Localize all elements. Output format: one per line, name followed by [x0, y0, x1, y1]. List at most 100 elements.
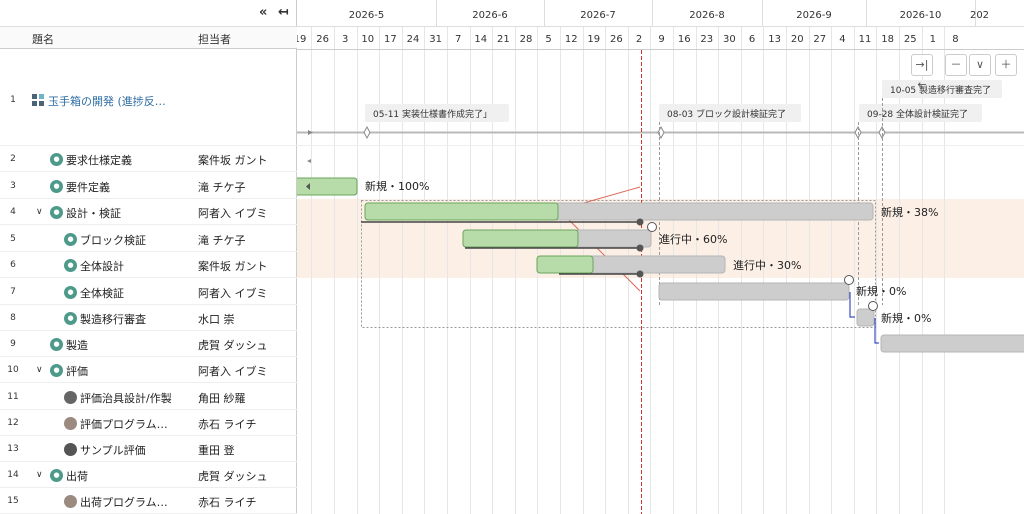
- task-bar: [856, 308, 875, 327]
- collapse-icon[interactable]: «: [259, 5, 267, 20]
- table-row[interactable]: 9 ● 製造 虎賀 ダッシュ: [0, 331, 297, 357]
- day-label: 26: [316, 34, 329, 45]
- task-bar: [658, 282, 850, 301]
- task-assignee[interactable]: 水口 崇: [198, 311, 235, 327]
- table-row[interactable]: 5 ● ブロック検証 滝 チケ子: [0, 225, 297, 252]
- task-assignee[interactable]: 案件坂 ガント: [198, 258, 268, 274]
- fit-icon[interactable]: →|←: [911, 54, 933, 91]
- task-assignee[interactable]: 赤石 ライチ: [198, 416, 257, 432]
- bar-label: 新規・100%: [365, 179, 429, 193]
- table-row[interactable]: 14 ∨ ● 出荷 虎賀 ダッシュ: [0, 462, 297, 488]
- task-name[interactable]: 製造: [66, 337, 88, 353]
- task-bar-progress: [462, 229, 579, 248]
- bar-label: 新規・0%: [881, 311, 931, 325]
- task-assignee[interactable]: 角田 紗羅: [198, 390, 246, 406]
- task-assignee[interactable]: 阿者入 イブミ: [198, 285, 268, 301]
- chevron-down-icon[interactable]: ∨: [36, 365, 43, 375]
- task-name[interactable]: 評価治具設計/作製: [80, 390, 172, 406]
- month-label: 2026-6: [472, 10, 507, 21]
- gantt-chart[interactable]: 2026-5 2026-6 2026-7 2026-8 2026-9 2026-10 202…: [297, 0, 1024, 514]
- task-name[interactable]: 要求仕様定義: [66, 152, 132, 168]
- table-row[interactable]: 12 評価プログラム… 赤石 ライチ: [0, 410, 297, 436]
- bar-label: 新規・0%: [856, 284, 906, 298]
- day-label: 14: [474, 34, 487, 45]
- task-assignee[interactable]: 案件坂 ガント: [198, 152, 268, 168]
- day-label: 25: [904, 34, 917, 45]
- table-row[interactable]: 15 出荷プログラム… 赤石 ライチ: [0, 488, 297, 514]
- table-row[interactable]: 13 サンプル評価 重田 登: [0, 436, 297, 462]
- table-row[interactable]: 8 ● 製造移行審査 水口 崇: [0, 305, 297, 331]
- row-number: 13: [7, 444, 19, 454]
- link-handle-icon: [647, 222, 657, 232]
- day-label: 13: [768, 34, 781, 45]
- link-handle-icon: [868, 301, 878, 311]
- task-assignee[interactable]: 赤石 ライチ: [198, 494, 257, 510]
- zoom-in-icon[interactable]: ＋: [995, 54, 1017, 76]
- task-icon: ●: [64, 286, 77, 299]
- progress-knob: [636, 270, 644, 278]
- day-label: 2: [636, 34, 642, 45]
- day-label: 7: [455, 34, 461, 45]
- task-name[interactable]: 評価: [66, 363, 88, 379]
- day-label: 30: [723, 34, 736, 45]
- task-assignee[interactable]: 虎賀 ダッシュ: [198, 337, 268, 353]
- table-row[interactable]: 3 ● 要件定義 滝 チケ子: [0, 172, 297, 199]
- milestone-marker-icon: [657, 125, 665, 140]
- day-label: 8: [952, 34, 958, 45]
- table-toolbar: « ↤: [0, 0, 297, 27]
- milestone-marker-icon: [363, 125, 371, 140]
- task-assignee[interactable]: 滝 チケ子: [198, 232, 246, 248]
- row-number: 6: [10, 260, 16, 270]
- month-label: 202: [970, 10, 989, 21]
- task-name[interactable]: ブロック検証: [80, 232, 146, 248]
- task-name[interactable]: 製造移行審査: [80, 311, 146, 327]
- avatar-icon: [64, 417, 77, 430]
- column-header-assignee[interactable]: 担当者: [198, 31, 231, 47]
- task-assignee[interactable]: 阿者入 イブミ: [198, 205, 268, 221]
- bar-label: 新規・38%: [881, 205, 938, 219]
- chevron-down-icon[interactable]: ∨: [36, 470, 43, 480]
- task-name[interactable]: 評価プログラム…: [80, 416, 168, 432]
- day-label: 26: [610, 34, 623, 45]
- task-icon: ●: [64, 259, 77, 272]
- chevron-down-icon[interactable]: ∨: [36, 207, 43, 217]
- zoom-out-icon[interactable]: －: [945, 54, 967, 76]
- task-name[interactable]: サンプル評価: [80, 442, 146, 458]
- task-assignee[interactable]: 阿者入 イブミ: [198, 363, 268, 379]
- day-label: 9: [658, 34, 664, 45]
- task-name[interactable]: 出荷: [66, 468, 88, 484]
- task-name[interactable]: 全体設計: [80, 258, 124, 274]
- collapse-to-edge-icon[interactable]: ↤: [278, 5, 289, 20]
- task-name[interactable]: 出荷プログラム…: [80, 494, 168, 510]
- milestone-label: 08-03 ブロック設計検証完了: [667, 108, 786, 120]
- task-icon: ●: [50, 206, 63, 219]
- task-name[interactable]: 玉手箱の開発 (進捗反…: [48, 93, 166, 109]
- zoom-menu-icon[interactable]: ∨: [969, 54, 991, 76]
- bar-label: 進行中・30%: [733, 259, 801, 272]
- task-name[interactable]: 要件定義: [66, 179, 110, 195]
- table-row[interactable]: 2 ● 要求仕様定義 案件坂 ガント: [0, 146, 297, 172]
- task-name[interactable]: 設計・検証: [66, 205, 121, 221]
- task-assignee[interactable]: 虎賀 ダッシュ: [198, 468, 268, 484]
- table-row[interactable]: 4 ∨ ● 設計・検証 阿者入 イブミ: [0, 199, 297, 225]
- month-label: 2026-5: [349, 10, 384, 21]
- progress-knob: [636, 218, 644, 226]
- day-label: 12: [565, 34, 578, 45]
- task-assignee[interactable]: 滝 チケ子: [198, 179, 246, 195]
- table-header: 題名 担当者: [0, 27, 297, 49]
- day-label: 16: [678, 34, 691, 45]
- avatar-icon: [64, 495, 77, 508]
- task-bar-progress: [364, 202, 559, 221]
- task-icon: ●: [50, 180, 63, 193]
- table-row[interactable]: 7 ● 全体検証 阿者入 イブミ: [0, 278, 297, 305]
- task-assignee[interactable]: 重田 登: [198, 442, 235, 458]
- table-row[interactable]: 11 評価治具設計/作製 角田 紗羅: [0, 383, 297, 410]
- table-row[interactable]: 6 ● 全体設計 案件坂 ガント: [0, 252, 297, 278]
- day-label: 20: [791, 34, 804, 45]
- column-header-name[interactable]: 題名: [32, 31, 54, 47]
- task-name[interactable]: 全体検証: [80, 285, 124, 301]
- progress-knob: [636, 244, 644, 252]
- gantt-canvas[interactable]: 2026-5 2026-6 2026-7 2026-8 2026-9 2026-10 202…: [297, 0, 1024, 514]
- table-row[interactable]: 1 玉手箱の開発 (進捗反…: [0, 50, 297, 146]
- table-row[interactable]: 10 ∨ ● 評価 阿者入 イブミ: [0, 357, 297, 383]
